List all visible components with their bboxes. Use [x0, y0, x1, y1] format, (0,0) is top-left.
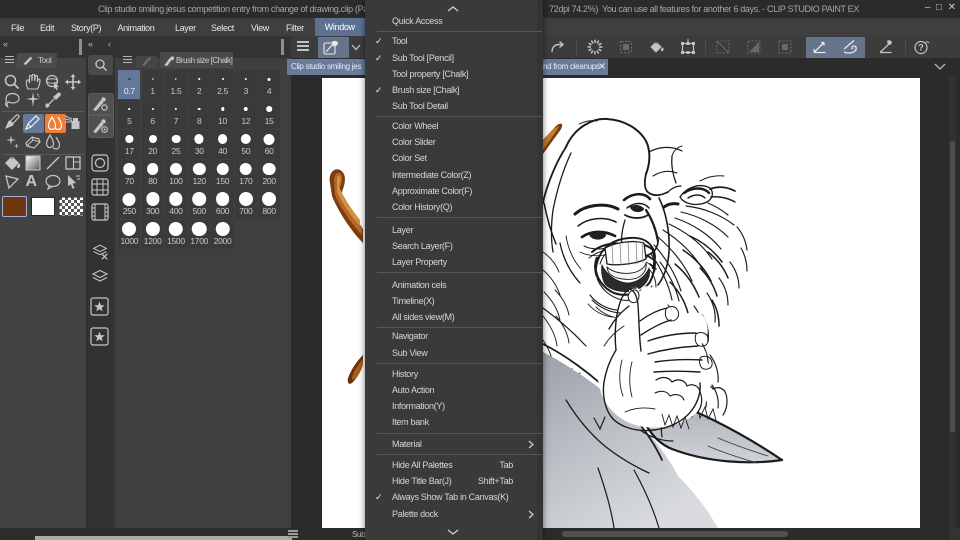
svg-text:?: ? — [918, 43, 924, 53]
